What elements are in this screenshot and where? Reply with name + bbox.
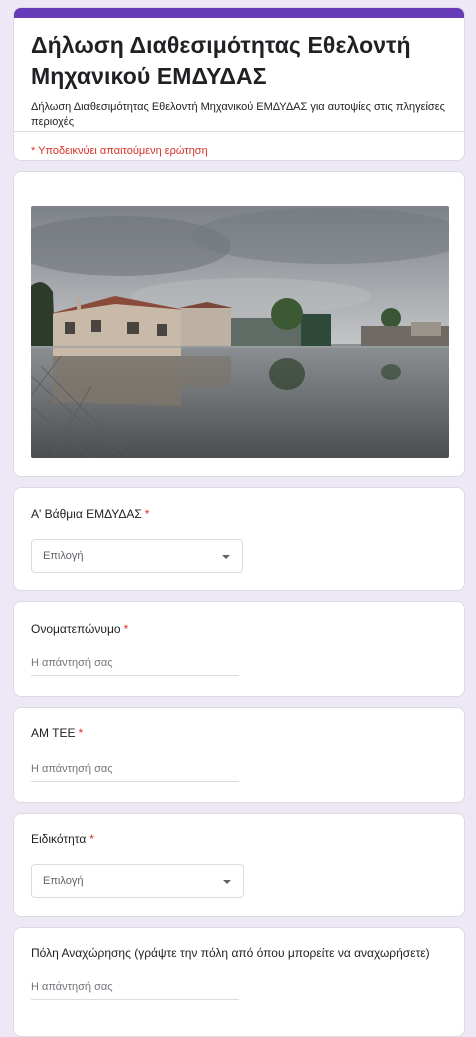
form-header-card: Δήλωση Διαθεσιμότητας Εθελοντή Μηχανικού… [13,7,465,161]
input-placeholder: Η απάντησή σας [31,981,113,993]
accent-bar [14,8,464,18]
am-tee-input[interactable]: Η απάντησή σας [31,761,239,782]
question-card-fullname: Ονοματεπώνυμο * Η απάντησή σας [13,601,465,697]
header-divider [14,131,464,132]
question-card-am-tee: ΑΜ ΤΕΕ * Η απάντησή σας [13,707,465,803]
dropdown-value: Επιλογή [43,875,84,887]
input-placeholder: Η απάντησή σας [31,763,113,775]
form-description: Δήλωση Διαθεσιμότητας Εθελοντή Μηχανικού… [31,101,445,128]
dropdown-arrow-icon [223,880,231,884]
question-label: Πόλη Αναχώρησης (γράψτε την πόλη από όπο… [31,946,430,960]
question-label: Ειδικότητα * [31,832,94,846]
question-card-departure-city: Πόλη Αναχώρησης (γράψτε την πόλη από όπο… [13,927,465,1037]
departure-city-input[interactable]: Η απάντησή σας [31,979,239,1000]
form-title: Δήλωση Διαθεσιμότητας Εθελοντή Μηχανικού… [31,32,411,89]
vathmia-dropdown[interactable]: Επιλογή [31,539,243,573]
question-label: Α' Βάθμια ΕΜΔΥΔΑΣ * [31,507,150,521]
question-card-vathmia: Α' Βάθμια ΕΜΔΥΔΑΣ * Επιλογή [13,487,465,591]
required-star: * [144,507,150,521]
required-note: * Υποδεικνύει απαιτούμενη ερώτηση [31,145,208,157]
dropdown-arrow-icon [222,555,230,559]
fullname-input[interactable]: Η απάντησή σας [31,655,239,676]
specialty-dropdown[interactable]: Επιλογή [31,864,244,898]
question-label: Ονοματεπώνυμο * [31,622,129,636]
required-star: * [78,726,84,740]
required-star: * [89,832,94,846]
image-card [13,171,465,477]
question-card-specialty: Ειδικότητα * Επιλογή [13,813,465,917]
dropdown-value: Επιλογή [43,550,84,562]
required-star: * [123,622,129,636]
question-label: ΑΜ ΤΕΕ * [31,726,84,740]
input-placeholder: Η απάντησή σας [31,657,113,669]
form-page: Δήλωση Διαθεσιμότητας Εθελοντή Μηχανικού… [0,0,476,1037]
flood-photo [31,206,449,458]
